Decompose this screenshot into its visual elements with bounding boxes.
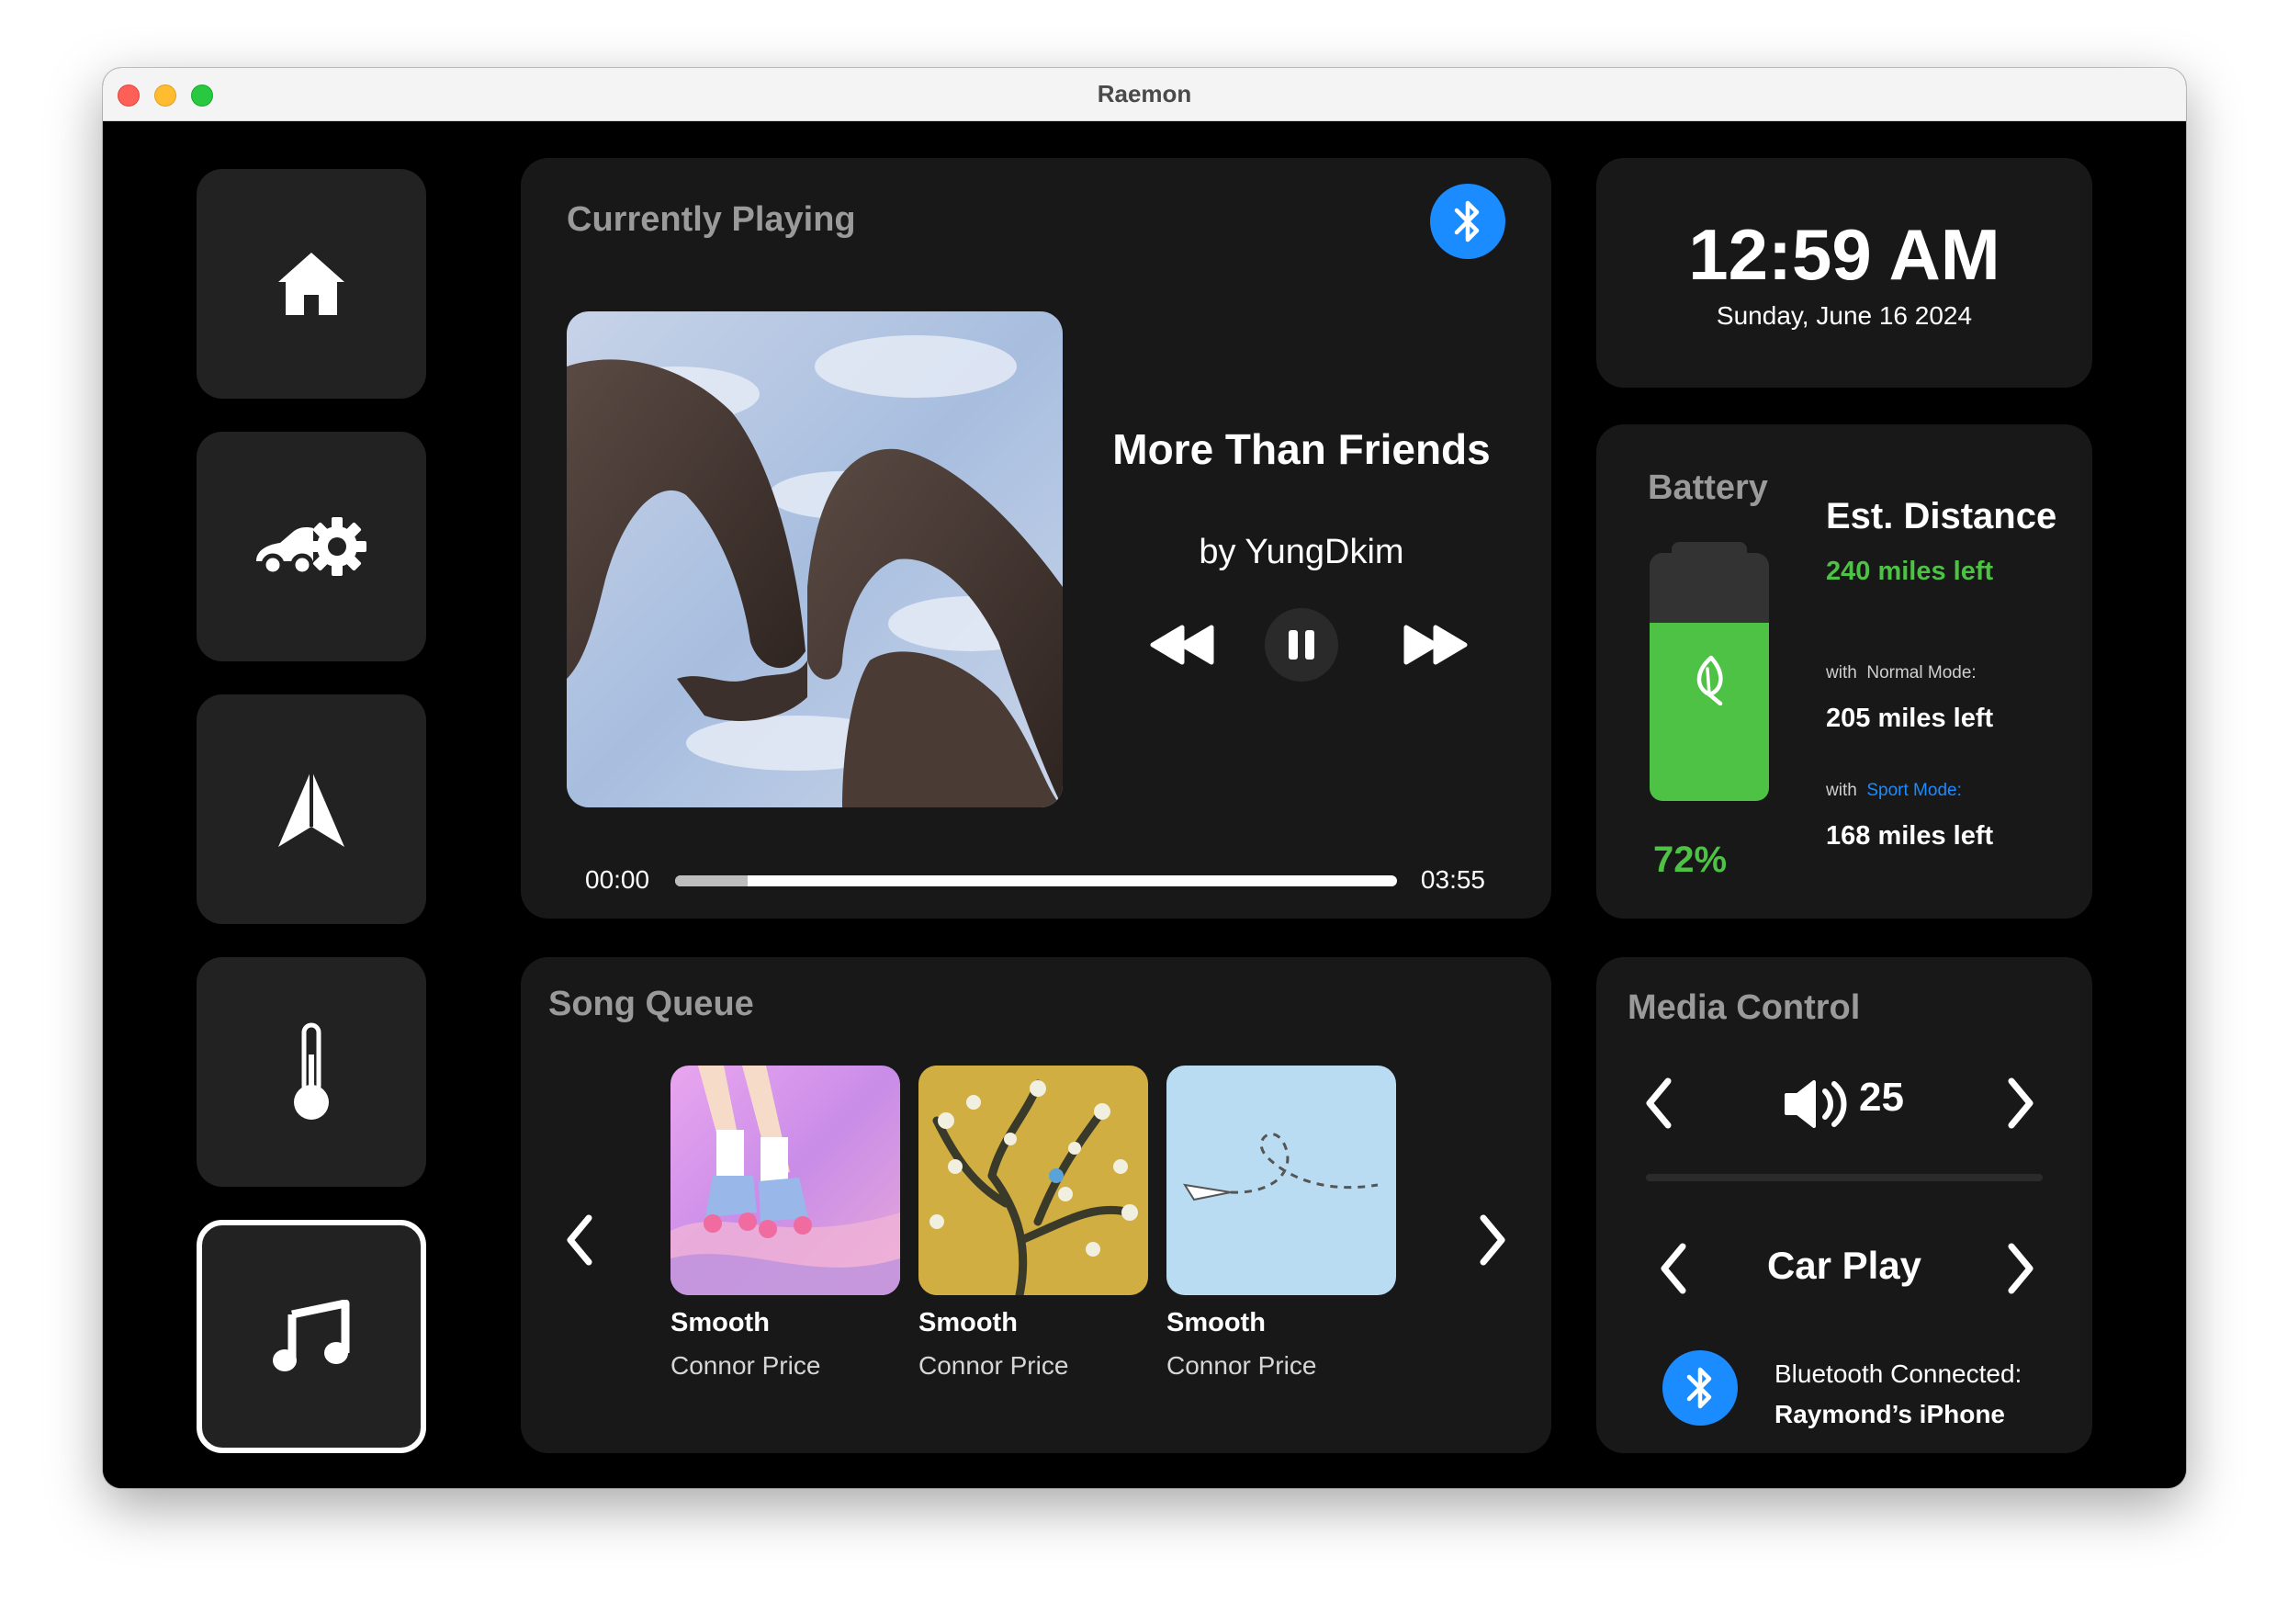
now-playing-card: Currently Playing More Than Friends by Y…	[521, 158, 1551, 919]
volume-indicator	[1780, 1075, 1852, 1133]
title-bar: Raemon	[103, 68, 2186, 121]
battery-gauge	[1650, 553, 1769, 801]
sport-mode-value: 168 miles left	[1826, 821, 1994, 851]
sidebar-item-navigation[interactable]	[197, 694, 426, 924]
fast-forward-button[interactable]	[1399, 617, 1472, 672]
clock-card: 12:59 AM Sunday, June 16 2024	[1596, 158, 2092, 388]
clock-date: Sunday, June 16 2024	[1716, 301, 1973, 330]
play-pause-button[interactable]	[1265, 608, 1338, 682]
song-artist: by YungDkim	[1199, 533, 1404, 571]
window-title: Raemon	[1097, 80, 1192, 107]
battery-percent: 72%	[1653, 840, 1728, 880]
rewind-icon	[1150, 625, 1214, 665]
bluetooth-device-name: Raymond’s iPhone	[1774, 1400, 2006, 1428]
queue-art-almond-blossom	[918, 1066, 1148, 1295]
queue-song-title: Smooth	[918, 1308, 1018, 1337]
normal-mode-prefix: with	[1826, 663, 1857, 682]
source-next-button[interactable]	[1995, 1236, 2046, 1301]
sidebar-item-home[interactable]	[197, 169, 426, 399]
roller-skates-art	[670, 1066, 900, 1295]
chevron-left-icon	[1646, 1077, 1672, 1129]
normal-mode-value: 205 miles left	[1826, 704, 1994, 733]
close-window-button[interactable]	[118, 85, 140, 107]
leaf-icon	[1696, 655, 1723, 705]
sidebar-item-music[interactable]	[197, 1220, 426, 1453]
song-queue-card: Song Queue Smooth Connor Price Smooth Co…	[521, 957, 1551, 1453]
almond-blossom-art	[918, 1066, 1148, 1295]
elapsed-time: 00:00	[585, 865, 650, 894]
music-note-icon	[273, 1300, 350, 1371]
volume-down-button[interactable]	[1633, 1071, 1684, 1135]
clock-time: 12:59 AM	[1688, 214, 2000, 295]
sport-mode-label: with Sport Mode:	[1826, 781, 1962, 801]
queue-song-artist: Connor Price	[670, 1351, 821, 1380]
speaker-icon	[1785, 1080, 1847, 1128]
duration-time: 03:55	[1420, 865, 1485, 894]
progress-bar[interactable]	[675, 875, 1397, 886]
media-control-card: Media Control 25 Car Play Bluetooth Conn…	[1596, 957, 2092, 1453]
car-gear-icon	[256, 517, 366, 577]
battery-heading: Battery	[1648, 468, 1768, 507]
bluetooth-button[interactable]	[1430, 184, 1505, 259]
bluetooth-status-label: Bluetooth Connected:	[1774, 1359, 2022, 1388]
album-art	[567, 311, 1063, 807]
album-art-image	[567, 311, 1063, 807]
est-distance-title: Est. Distance	[1826, 496, 2057, 536]
thermometer-icon	[294, 1022, 329, 1120]
paper-plane-art	[1166, 1066, 1396, 1295]
normal-mode-name: Normal Mode:	[1866, 663, 1977, 682]
window-controls	[118, 85, 213, 107]
est-distance-value: 240 miles left	[1826, 557, 1994, 586]
song-queue-heading: Song Queue	[548, 985, 754, 1023]
normal-mode-label: with Normal Mode:	[1826, 663, 1977, 683]
queue-song-artist: Connor Price	[918, 1351, 1069, 1380]
sidebar-item-climate[interactable]	[197, 957, 426, 1187]
queue-song-title: Smooth	[670, 1308, 770, 1337]
app-window: Raemon Currently Playing More Than Frien…	[103, 68, 2186, 1488]
minimize-window-button[interactable]	[154, 85, 176, 107]
queue-song-title: Smooth	[1166, 1308, 1266, 1337]
queue-art-roller-skates	[670, 1066, 900, 1295]
media-control-heading: Media Control	[1628, 988, 1861, 1027]
pause-icon	[1289, 630, 1314, 660]
queue-song-artist: Connor Price	[1166, 1351, 1317, 1380]
bluetooth-icon	[1454, 200, 1480, 242]
progress-fill	[675, 875, 748, 886]
chevron-right-icon	[1480, 1214, 1505, 1266]
dashboard: Currently Playing More Than Friends by Y…	[103, 121, 2186, 1488]
queue-prev-button[interactable]	[554, 1203, 605, 1277]
sport-mode-prefix: with	[1826, 781, 1857, 800]
chevron-right-icon	[2008, 1077, 2034, 1129]
battery-fill	[1650, 622, 1769, 801]
sidebar-item-car-settings[interactable]	[197, 432, 426, 661]
queue-item[interactable]: Smooth Connor Price	[918, 1066, 1148, 1381]
chevron-left-icon	[567, 1214, 592, 1266]
navigation-arrow-icon	[278, 770, 344, 847]
fast-forward-icon	[1403, 625, 1468, 665]
media-divider	[1646, 1174, 2043, 1181]
zoom-window-button[interactable]	[191, 85, 213, 107]
queue-item[interactable]: Smooth Connor Price	[670, 1066, 900, 1381]
rewind-button[interactable]	[1145, 617, 1219, 672]
now-playing-heading: Currently Playing	[567, 200, 856, 239]
volume-up-button[interactable]	[1995, 1071, 2046, 1135]
home-icon	[278, 253, 344, 315]
sport-mode-name: Sport Mode:	[1866, 781, 1962, 800]
queue-art-paper-plane	[1166, 1066, 1396, 1295]
bluetooth-icon	[1686, 1367, 1712, 1409]
song-title: More Than Friends	[1112, 425, 1491, 473]
queue-item[interactable]: Smooth Connor Price	[1166, 1066, 1396, 1381]
bluetooth-status-badge[interactable]	[1662, 1350, 1738, 1426]
volume-value: 25	[1859, 1075, 1904, 1120]
queue-next-button[interactable]	[1467, 1203, 1518, 1277]
battery-card: Battery 72% Est. Distance 240 miles left…	[1596, 424, 2092, 919]
chevron-right-icon	[2008, 1243, 2034, 1294]
